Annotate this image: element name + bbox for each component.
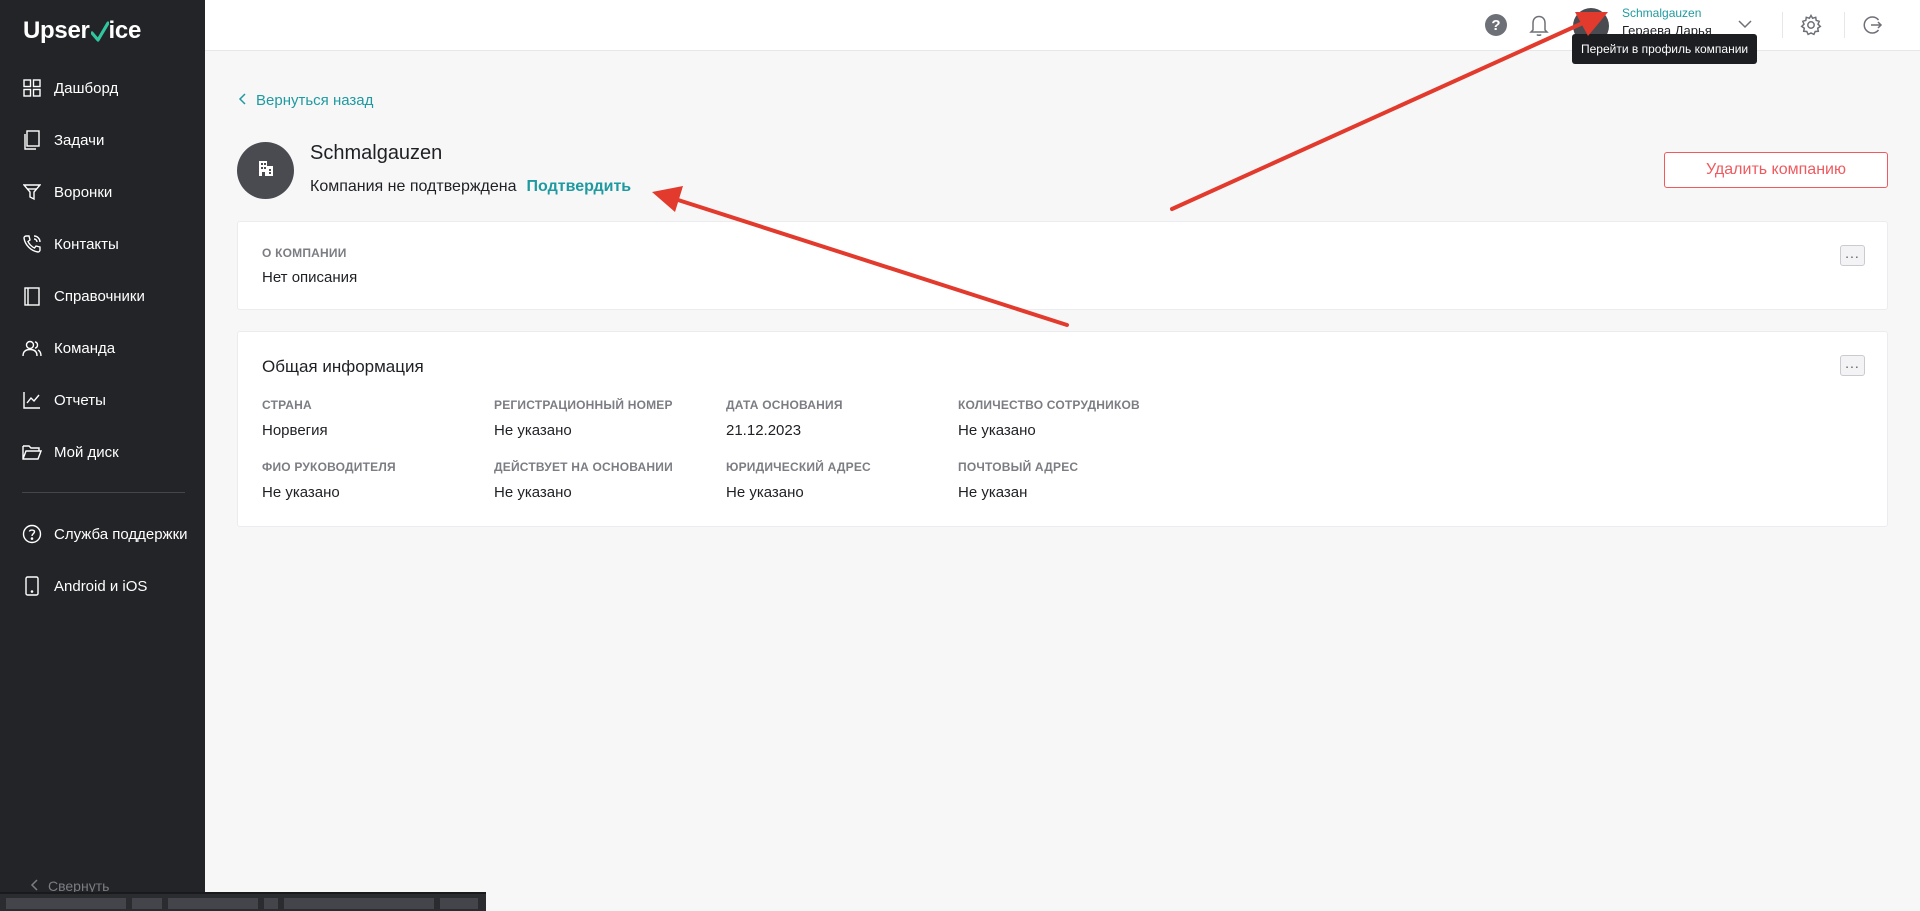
field-value: 21.12.2023: [726, 422, 802, 439]
field-caption: ПОЧТОВЫЙ АДРЕС: [958, 460, 1079, 474]
help-icon[interactable]: ?: [1485, 14, 1507, 36]
chevron-left-icon: [238, 92, 246, 109]
back-link-label: Вернуться назад: [256, 92, 374, 109]
more-icon: ...: [1845, 244, 1860, 261]
topbar-company-name[interactable]: Schmalgauzen: [1622, 6, 1701, 20]
sidebar-nav: Дашборд Задачи Воронки Контакты Справочн…: [0, 62, 205, 478]
folder-icon: [22, 442, 42, 462]
sidebar-item-label: Контакты: [54, 235, 119, 253]
topbar-divider: [1782, 12, 1783, 38]
contacts-icon: [22, 234, 42, 254]
chevron-down-icon[interactable]: [1737, 16, 1753, 32]
team-icon: [22, 338, 42, 358]
logo[interactable]: Upser ice: [23, 17, 141, 45]
section-title: Общая информация: [262, 357, 424, 376]
field-acts-on-basis: ДЕЙСТВУЕТ НА ОСНОВАНИИ Не указано: [494, 460, 673, 501]
field-value: Не указано: [494, 422, 572, 439]
chart-icon: [22, 390, 42, 410]
more-options-button[interactable]: ...: [1840, 355, 1865, 376]
page-title: Schmalgauzen: [310, 142, 443, 164]
logo-check-icon: [90, 20, 109, 42]
sidebar-item-support[interactable]: Служба поддержки: [0, 508, 205, 560]
company-logo: [237, 142, 294, 199]
about-value: Нет описания: [262, 269, 358, 286]
bell-icon[interactable]: [1528, 13, 1550, 37]
field-value: Не указан: [958, 484, 1028, 501]
field-founding-date: ДАТА ОСНОВАНИЯ 21.12.2023: [726, 398, 843, 439]
sidebar-secondary-nav: Служба поддержки Android и iOS: [0, 508, 205, 612]
about-caption: О КОМПАНИИ: [262, 246, 347, 260]
field-director-name: ФИО РУКОВОДИТЕЛЯ Не указано: [262, 460, 396, 501]
field-caption: ЮРИДИЧЕСКИЙ АДРЕС: [726, 460, 871, 474]
sidebar-item-label: Команда: [54, 339, 116, 357]
phone-icon: [22, 576, 42, 596]
field-caption: РЕГИСТРАЦИОННЫЙ НОМЕР: [494, 398, 673, 412]
book-icon: [22, 286, 42, 306]
sidebar-item-reports[interactable]: Отчеты: [0, 374, 205, 426]
field-value: Норвегия: [262, 422, 328, 439]
field-employee-count: КОЛИЧЕСТВО СОТРУДНИКОВ Не указано: [958, 398, 1140, 439]
confirm-link[interactable]: Подтвердить: [527, 178, 632, 196]
sidebar-item-label: Дашборд: [54, 79, 119, 97]
sidebar-item-label: Задачи: [54, 131, 105, 149]
help-circle-icon: [22, 524, 42, 544]
field-country: СТРАНА Норвегия: [262, 398, 328, 439]
sidebar-item-funnels[interactable]: Воронки: [0, 166, 205, 218]
sidebar-item-label: Воронки: [54, 183, 113, 201]
field-caption: ДЕЙСТВУЕТ НА ОСНОВАНИИ: [494, 460, 673, 474]
more-icon: ...: [1845, 354, 1860, 371]
sidebar-item-label: Справочники: [54, 287, 145, 305]
sidebar: Upser ice Дашборд Задачи Воронки Контакты…: [0, 0, 486, 911]
tooltip: Перейти в профиль компании: [1572, 34, 1758, 64]
more-options-button[interactable]: ...: [1840, 245, 1865, 266]
sidebar-item-team[interactable]: Команда: [0, 322, 205, 374]
sidebar-item-label: Мой диск: [54, 443, 119, 461]
field-legal-address: ЮРИДИЧЕСКИЙ АДРЕС Не указано: [726, 460, 871, 501]
field-value: Не указано: [262, 484, 340, 501]
tasks-icon: [22, 130, 42, 150]
logout-icon[interactable]: [1860, 13, 1884, 37]
status-text: Компания не подтверждена: [310, 178, 517, 195]
back-link[interactable]: Вернуться назад: [238, 92, 373, 109]
sidebar-item-mobile-apps[interactable]: Android и iOS: [0, 560, 205, 612]
funnel-icon: [22, 182, 42, 202]
about-card: О КОМПАНИИ Нет описания ...: [237, 221, 1888, 310]
sidebar-item-tasks[interactable]: Задачи: [0, 114, 205, 166]
sidebar-item-references[interactable]: Справочники: [0, 270, 205, 322]
dashboard-icon: [22, 78, 42, 98]
topbar-divider: [1844, 12, 1845, 38]
sidebar-divider: [22, 492, 185, 493]
field-caption: КОЛИЧЕСТВО СОТРУДНИКОВ: [958, 398, 1140, 412]
field-value: Не указано: [726, 484, 804, 501]
sidebar-item-dashboard[interactable]: Дашборд: [0, 62, 205, 114]
field-value: Не указано: [494, 484, 572, 501]
field-caption: СТРАНА: [262, 398, 312, 412]
sidebar-item-my-disk[interactable]: Мой диск: [0, 426, 205, 478]
sidebar-item-label: Android и iOS: [54, 577, 148, 595]
delete-company-button[interactable]: Удалить компанию: [1664, 152, 1888, 188]
company-status: Компания не подтверждена Подтвердить: [310, 178, 631, 196]
general-info-card: Общая информация ... СТРАНА Норвегия РЕГ…: [237, 331, 1888, 527]
sidebar-item-contacts[interactable]: Контакты: [0, 218, 205, 270]
gear-icon[interactable]: [1799, 13, 1823, 37]
obscured-region: [0, 892, 486, 911]
field-caption: ФИО РУКОВОДИТЕЛЯ: [262, 460, 396, 474]
field-caption: ДАТА ОСНОВАНИЯ: [726, 398, 843, 412]
field-postal-address: ПОЧТОВЫЙ АДРЕС Не указан: [958, 460, 1078, 501]
field-registration-number: РЕГИСТРАЦИОННЫЙ НОМЕР Не указано: [494, 398, 673, 439]
sidebar-item-label: Отчеты: [54, 391, 106, 409]
field-value: Не указано: [958, 422, 1036, 439]
sidebar-item-label: Служба поддержки: [54, 525, 188, 543]
building-icon: [256, 158, 276, 183]
